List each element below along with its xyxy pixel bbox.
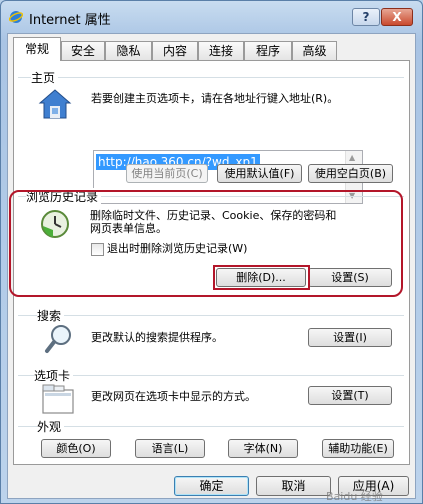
cancel-button[interactable]: 取消 (256, 476, 331, 496)
internet-explorer-icon (9, 11, 23, 23)
annotation-history-highlight (9, 190, 403, 297)
appearance-group-title: 外观 (37, 418, 65, 435)
tabs-group-title: 选项卡 (34, 367, 74, 384)
general-tab-panel: 主页 若要创建主页选项卡，请在各地址行键入地址(R)。 http://hao.3… (9, 60, 410, 465)
use-current-button[interactable]: 使用当前页(C) (126, 164, 208, 183)
dialog-client-area: 常规 安全 隐私 内容 连接 程序 高级 主页 若要创建主页选项卡，请在各地址行… (7, 33, 416, 503)
ok-button[interactable]: 确定 (174, 476, 249, 496)
tab-content[interactable]: 内容 (152, 41, 198, 60)
tab-general[interactable]: 常规 (13, 37, 61, 61)
tab-privacy[interactable]: 隐私 (105, 41, 152, 60)
scroll-up-icon[interactable]: ▲ (349, 153, 355, 162)
window-title: Internet 属性 (29, 13, 111, 28)
use-blank-button[interactable]: 使用空白页(B) (308, 164, 393, 183)
use-default-button[interactable]: 使用默认值(F) (217, 164, 302, 183)
group-divider-home (18, 77, 404, 78)
tab-security[interactable]: 安全 (61, 41, 105, 60)
internet-options-window: Internet 属性 ? X 常规 安全 隐私 内容 连接 程序 高级 主页 … (0, 0, 423, 504)
help-button[interactable]: ? (352, 8, 380, 26)
tabs-settings-button[interactable]: 设置(T) (308, 386, 392, 405)
fonts-button[interactable]: 字体(N) (228, 439, 298, 458)
group-divider-tabs (18, 375, 404, 376)
tab-programs[interactable]: 程序 (244, 41, 292, 60)
search-group-title: 搜索 (37, 307, 65, 324)
title-bar[interactable]: Internet 属性 ? X (1, 1, 422, 31)
home-description: 若要创建主页选项卡，请在各地址行键入地址(R)。 (91, 92, 339, 105)
tab-connections[interactable]: 连接 (198, 41, 244, 60)
house-icon (38, 89, 72, 119)
watermark: Baidu 经验 (326, 490, 383, 503)
accessibility-button[interactable]: 辅助功能(E) (322, 439, 394, 458)
magnifier-icon (45, 325, 71, 353)
tabbed-window-icon (42, 384, 74, 414)
search-description: 更改默认的搜索提供程序。 (91, 331, 223, 344)
search-settings-button[interactable]: 设置(I) (308, 328, 392, 347)
tabs-description: 更改网页在选项卡中显示的方式。 (91, 390, 256, 403)
colors-button[interactable]: 颜色(O) (41, 439, 111, 458)
tab-strip: 常规 安全 隐私 内容 连接 程序 高级 (13, 37, 413, 61)
home-group-title: 主页 (31, 69, 59, 86)
languages-button[interactable]: 语言(L) (135, 439, 205, 458)
close-button[interactable]: X (381, 8, 413, 26)
group-divider-search (18, 315, 404, 316)
tab-advanced[interactable]: 高级 (292, 41, 337, 60)
group-divider-appearance (18, 426, 404, 427)
